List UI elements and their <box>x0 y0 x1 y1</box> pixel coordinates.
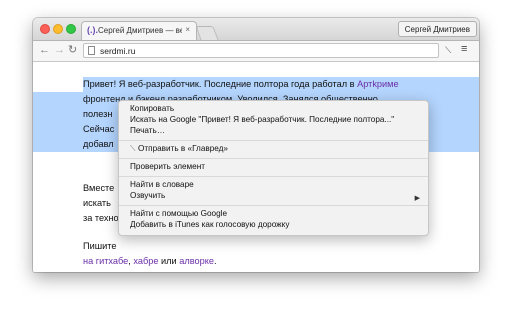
p3-end: . <box>213 256 217 266</box>
submenu-arrow-icon: ▶ <box>414 195 420 202</box>
address-bar[interactable]: serdmi.ru <box>83 43 439 58</box>
menu-item-itunes[interactable]: Добавить в iTunes как голосовую дорожку <box>130 220 289 229</box>
minimize-window-button[interactable] <box>53 24 63 34</box>
url-text: serdmi.ru <box>100 46 136 56</box>
menu-item-print[interactable]: Печать… <box>130 126 165 135</box>
title-bar: (.). Сергей Дмитриев — веб × Сергей Дмит… <box>33 18 479 41</box>
zoom-window-button[interactable] <box>66 24 76 34</box>
send-glavred-label: Отправить в «Главред» <box>138 144 228 153</box>
alvorke-link[interactable]: алворке <box>179 256 214 266</box>
menu-item-send-glavred[interactable]: ⟍ Отправить в «Главред» <box>130 144 228 154</box>
context-menu: Копировать Искать на Google "Привет! Я в… <box>118 100 429 236</box>
menu-separator <box>119 205 428 206</box>
hamburger-menu-icon[interactable]: ≡ <box>461 43 467 55</box>
site-favicon-icon: (.). <box>87 25 98 35</box>
artkrim-link[interactable]: Артkриме <box>357 79 399 89</box>
intro-text: Привет! Я веб-разработчик. Последние пол… <box>83 79 358 89</box>
back-arrow-icon[interactable]: ← <box>39 44 50 57</box>
github-link[interactable]: на гитхабе <box>83 256 128 266</box>
page-icon <box>88 46 95 55</box>
menu-item-google-find[interactable]: Найти с помощью Google <box>130 209 227 218</box>
menu-item-search-google[interactable]: Искать на Google "Привет! Я веб-разработ… <box>130 115 394 124</box>
p3-or: или <box>158 256 180 266</box>
menu-separator <box>119 176 428 177</box>
new-tab-button[interactable] <box>195 26 219 40</box>
menu-separator <box>119 140 428 141</box>
menu-item-speak[interactable]: Озвучить <box>130 191 165 200</box>
glavred-extension-icon[interactable]: ⟍ <box>445 45 451 56</box>
tab-close-icon[interactable]: × <box>185 25 190 34</box>
menu-item-dictionary[interactable]: Найти в словаре <box>130 180 194 189</box>
forward-arrow-icon[interactable]: → <box>54 44 65 57</box>
tab-serdmi[interactable]: (.). Сергей Дмитриев — веб × <box>81 21 197 40</box>
menu-item-inspect[interactable]: Проверить элемент <box>130 162 205 171</box>
menu-item-copy[interactable]: Копировать <box>130 104 174 113</box>
tab-title: Сергей Дмитриев — веб <box>98 26 182 35</box>
glavred-icon: ⟍ <box>130 144 139 153</box>
toolbar: ← → ↻ serdmi.ru ⟍ ≡ <box>33 41 479 62</box>
p3-line-1: Пишите <box>83 241 117 251</box>
habr-link[interactable]: хабре <box>133 256 158 266</box>
close-window-button[interactable] <box>40 24 50 34</box>
reload-icon[interactable]: ↻ <box>68 44 77 57</box>
profile-button[interactable]: Сергей Дмитриев <box>397 21 477 37</box>
contacts-paragraph: Пишите на гитхабе, хабре или алворке. <box>83 239 453 269</box>
menu-separator <box>119 158 428 159</box>
